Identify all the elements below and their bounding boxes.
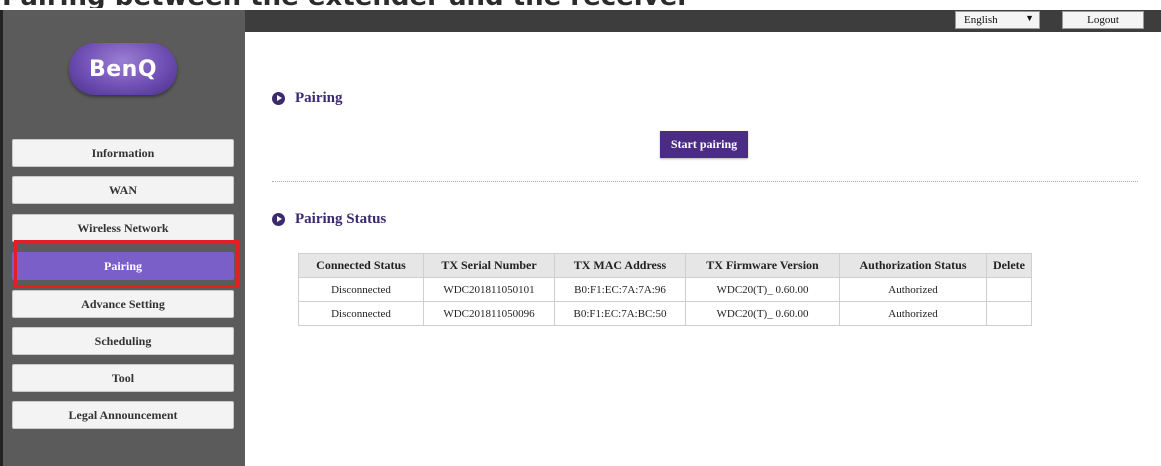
- language-value: English: [964, 14, 998, 26]
- sidebar-item-advance-setting[interactable]: Advance Setting: [12, 290, 234, 318]
- pairing-status-title-text: Pairing Status: [295, 211, 387, 227]
- play-bullet-icon: [272, 92, 285, 105]
- benq-logo: BenQ: [69, 43, 177, 95]
- cell-tx-firmware-version: WDC20(T)_ 0.60.00: [685, 277, 840, 302]
- cell-connected-status: Disconnected: [298, 301, 424, 326]
- sidebar-item-wan[interactable]: WAN: [12, 176, 234, 204]
- sidebar-item-scheduling[interactable]: Scheduling: [12, 327, 234, 355]
- table-row: Disconnected WDC201811050101 B0:F1:EC:7A…: [298, 277, 1032, 302]
- logout-button[interactable]: Logout: [1062, 11, 1144, 29]
- cell-delete[interactable]: [986, 277, 1032, 302]
- table-header-row: Connected Status TX Serial Number TX MAC…: [298, 253, 1032, 278]
- cell-authorization-status: Authorized: [839, 277, 987, 302]
- cell-delete[interactable]: [986, 301, 1032, 326]
- cell-tx-mac-address: B0:F1:EC:7A:7A:96: [554, 277, 686, 302]
- logo-text: BenQ: [88, 56, 158, 82]
- table-row: Disconnected WDC201811050096 B0:F1:EC:7A…: [298, 301, 1032, 326]
- sidebar-item-pairing[interactable]: Pairing: [12, 252, 234, 280]
- header-tx-firmware-version: TX Firmware Version: [685, 253, 840, 278]
- sidebar: BenQ Information WAN Wireless Network Pa…: [0, 10, 245, 466]
- header-tx-mac-address: TX MAC Address: [554, 253, 686, 278]
- cell-tx-serial-number: WDC201811050101: [423, 277, 555, 302]
- cell-tx-serial-number: WDC201811050096: [423, 301, 555, 326]
- pairing-title-text: Pairing: [295, 90, 343, 106]
- pairing-status-section-title: Pairing Status: [272, 211, 386, 228]
- document-heading: Pairing between the extender and the rec…: [0, 0, 1161, 8]
- pairing-status-table: Connected Status TX Serial Number TX MAC…: [298, 253, 1032, 326]
- header-delete: Delete: [986, 253, 1032, 278]
- pairing-section-title: Pairing: [272, 90, 343, 107]
- start-pairing-button[interactable]: Start pairing: [660, 131, 748, 158]
- section-divider: [272, 181, 1138, 182]
- sidebar-item-tool[interactable]: Tool: [12, 364, 234, 392]
- header-tx-serial-number: TX Serial Number: [423, 253, 555, 278]
- cell-tx-mac-address: B0:F1:EC:7A:BC:50: [554, 301, 686, 326]
- dropdown-arrow-icon: ▼: [1025, 13, 1034, 23]
- cell-authorization-status: Authorized: [839, 301, 987, 326]
- play-bullet-icon: [272, 213, 285, 226]
- sidebar-item-information[interactable]: Information: [12, 139, 234, 167]
- language-select[interactable]: English ▼: [955, 11, 1040, 29]
- sidebar-item-wireless-network[interactable]: Wireless Network: [12, 214, 234, 242]
- cell-connected-status: Disconnected: [298, 277, 424, 302]
- cell-tx-firmware-version: WDC20(T)_ 0.60.00: [685, 301, 840, 326]
- top-bar: English ▼ Logout: [245, 10, 1161, 32]
- header-authorization-status: Authorization Status: [839, 253, 987, 278]
- header-connected-status: Connected Status: [298, 253, 424, 278]
- sidebar-item-legal-announcement[interactable]: Legal Announcement: [12, 401, 234, 429]
